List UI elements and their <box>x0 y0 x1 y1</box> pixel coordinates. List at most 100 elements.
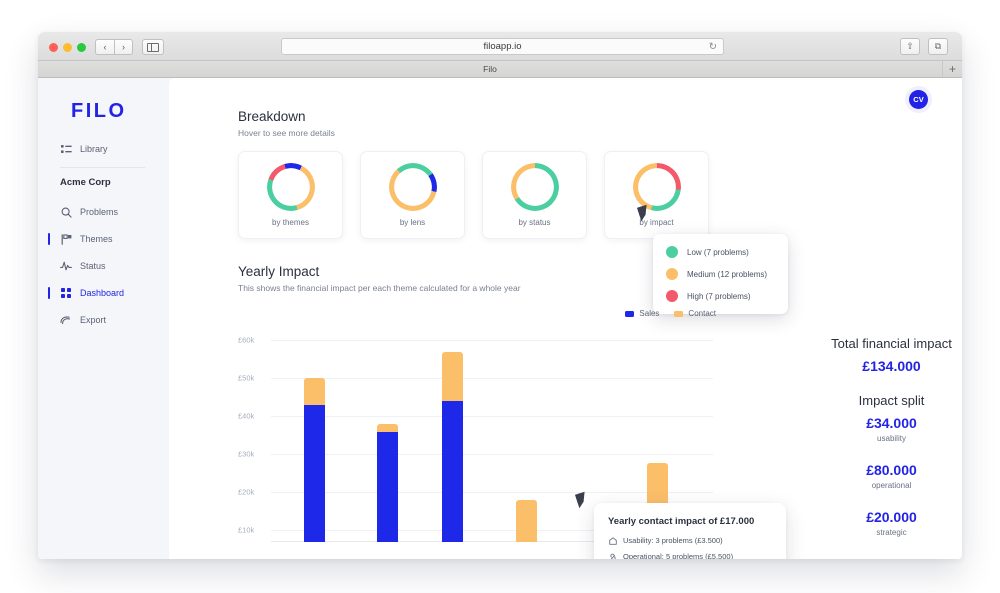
split-value-usability: £34.000 <box>866 415 917 431</box>
sidebar-item-dashboard[interactable]: Dashboard <box>48 287 125 299</box>
tab-overview-button[interactable]: ⧉ <box>928 38 948 55</box>
legend-label: Contact <box>688 309 716 318</box>
bar-segment-contact[interactable] <box>377 424 398 432</box>
donut-chart-by-lens <box>388 163 437 211</box>
sidebar-item-label: Library <box>80 144 108 154</box>
chart-legend-item-contact[interactable]: Contact <box>674 309 716 318</box>
address-bar[interactable]: filoapp.io ↻ <box>281 38 724 55</box>
home-icon <box>608 536 617 545</box>
legend-swatch-sales <box>625 310 635 317</box>
breakdown-card-by-status[interactable]: by status <box>482 151 587 239</box>
tooltip-row-text: Usability: 3 problems (£3.500) <box>623 536 723 545</box>
breakdown-subtitle: Hover to see more details <box>238 128 335 138</box>
flag-icon <box>60 233 72 245</box>
breakdown-card-by-lens[interactable]: by lens <box>360 151 465 239</box>
bar-segment-contact[interactable] <box>647 463 668 508</box>
bar-group[interactable] <box>377 325 398 542</box>
sidebar-item-label: Themes <box>80 234 113 244</box>
pulse-icon <box>60 260 72 272</box>
bar-segment-contact[interactable] <box>516 500 537 542</box>
legend-row-low: Low (7 problems) <box>666 246 775 258</box>
tabs-icon: ⧉ <box>934 41 942 51</box>
chart-legend: Sales Contact <box>625 309 716 318</box>
sidebar-item-export[interactable]: Export <box>60 314 106 326</box>
legend-label: Medium (12 problems) <box>687 269 768 279</box>
link-icon <box>608 553 617 559</box>
y-axis-tick: £60k <box>238 335 255 345</box>
sidebar: FILO Library Acme Corp Problems Themes S… <box>38 78 169 559</box>
browser-tabstrip: Filo + <box>38 61 962 78</box>
back-button[interactable]: ‹ <box>95 39 114 55</box>
library-icon <box>60 143 72 155</box>
split-label-strategic: strategic <box>876 528 907 537</box>
legend-label: Sales <box>639 309 660 318</box>
impact-split-operational: £80.000 operational <box>769 462 962 490</box>
bar-group[interactable] <box>516 325 537 542</box>
bar-group[interactable] <box>442 325 463 542</box>
bar-segment-sales[interactable] <box>377 432 398 542</box>
bar-segment-sales[interactable] <box>442 401 463 542</box>
breakdown-card-by-impact[interactable]: by impact <box>604 151 709 239</box>
plus-icon: + <box>948 62 956 76</box>
donut-chart-by-impact <box>632 163 681 211</box>
sidebar-item-label: Problems <box>80 207 119 217</box>
tooltip-row-text: Operational: 5 problems (£5.500) <box>623 552 734 559</box>
bar-segment-contact[interactable] <box>442 352 463 401</box>
legend-label: High (7 problems) <box>687 291 751 301</box>
export-icon <box>60 314 72 326</box>
bar-chart-tooltip: Yearly contact impact of £17.000 Usabili… <box>594 503 786 559</box>
sidebar-icon <box>147 42 159 52</box>
new-tab-button[interactable]: + <box>942 61 962 77</box>
breakdown-header: Breakdown Hover to see more details <box>238 109 335 138</box>
maximize-window-button[interactable] <box>77 43 86 52</box>
sidebar-item-label: Dashboard <box>80 288 125 298</box>
legend-swatch-contact <box>674 310 684 317</box>
breakdown-title: Breakdown <box>238 109 306 124</box>
split-value-strategic: £20.000 <box>866 509 917 525</box>
donut-label: by lens <box>399 218 426 227</box>
yearly-impact-header: Yearly Impact This shows the financial i… <box>238 264 521 293</box>
impact-split-heading: Impact split <box>858 393 925 408</box>
app-logo[interactable]: FILO <box>71 100 127 123</box>
chart-legend-item-sales[interactable]: Sales <box>625 309 659 318</box>
tooltip-row-operational: Operational: 5 problems (£5.500) <box>608 552 772 559</box>
y-axis-tick: £10k <box>238 525 255 535</box>
legend-label: Low (7 problems) <box>687 247 749 257</box>
breakdown-card-by-themes[interactable]: by themes <box>238 151 343 239</box>
share-button[interactable]: ⇧ <box>900 38 920 55</box>
sidebar-item-library[interactable]: Library <box>60 143 108 155</box>
close-window-button[interactable] <box>49 43 58 52</box>
organization-label: Acme Corp <box>60 177 111 188</box>
forward-button[interactable]: › <box>114 39 133 55</box>
reload-icon[interactable]: ↻ <box>709 41 717 52</box>
sidebar-item-themes[interactable]: Themes <box>48 233 113 245</box>
sidebar-item-status[interactable]: Status <box>60 260 106 272</box>
y-axis-tick: £50k <box>238 373 255 383</box>
app-root: FILO Library Acme Corp Problems Themes S… <box>38 78 962 559</box>
tab-title: Filo <box>483 64 497 74</box>
main-content: CV Breakdown Hover to see more details b… <box>169 78 962 559</box>
bar-segment-contact[interactable] <box>304 378 325 405</box>
toggle-sidebar-button[interactable] <box>142 39 164 55</box>
yearly-impact-title: Yearly Impact <box>238 264 320 279</box>
bar-segment-sales[interactable] <box>304 405 325 542</box>
chevron-left-icon: ‹ <box>103 41 107 52</box>
avatar[interactable]: CV <box>909 90 928 109</box>
split-label-operational: operational <box>871 481 912 490</box>
chevron-right-icon: › <box>122 41 125 52</box>
legend-dot-low <box>666 246 678 258</box>
y-axis-tick: £20k <box>238 487 255 497</box>
donut-label: by themes <box>272 218 309 227</box>
address-bar-text: filoapp.io <box>483 41 522 52</box>
bar-group[interactable] <box>304 325 325 542</box>
legend-row-medium: Medium (12 problems) <box>666 268 775 280</box>
tab-filo[interactable]: Filo <box>38 61 942 77</box>
total-impact-value: £134.000 <box>862 358 921 374</box>
sidebar-item-problems[interactable]: Problems <box>60 206 118 218</box>
legend-dot-high <box>666 290 678 302</box>
sidebar-active-indicator <box>48 287 50 299</box>
impact-legend-tooltip: Low (7 problems) Medium (12 problems) Hi… <box>653 234 788 314</box>
tooltip-row-usability: Usability: 3 problems (£3.500) <box>608 536 772 545</box>
minimize-window-button[interactable] <box>63 43 72 52</box>
impact-split-strategic: £20.000 strategic <box>769 509 962 537</box>
